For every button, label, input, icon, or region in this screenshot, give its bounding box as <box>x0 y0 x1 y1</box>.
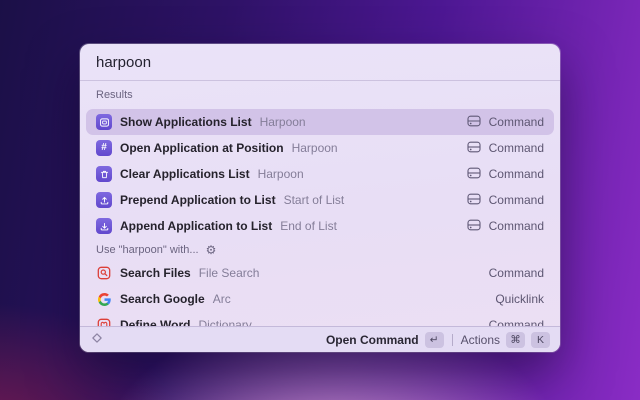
result-accessory: Command <box>489 193 544 207</box>
arrow-down-tray-icon <box>96 218 112 234</box>
command-type-icon <box>467 219 481 234</box>
result-subtitle: Harpoon <box>258 167 304 181</box>
section-header-label: Results <box>96 89 133 101</box>
result-title: Search Files <box>120 266 191 280</box>
result-title: Clear Applications List <box>120 167 250 181</box>
result-accessory: Command <box>489 141 544 155</box>
result-subtitle: End of List <box>280 219 337 233</box>
result-subtitle: Arc <box>213 292 231 306</box>
section-header-use-with: Use "harpoon" with... ⚙ <box>80 239 560 260</box>
result-accessory: Command <box>489 167 544 181</box>
results-list: Results Show Applications List Harpoon C… <box>80 81 560 328</box>
command-key: ⌘ <box>506 332 525 348</box>
raycast-logo-icon <box>90 331 104 348</box>
result-subtitle: Harpoon <box>292 141 338 155</box>
footer-bar: Open Command ↵ Actions ⌘ K <box>80 326 560 352</box>
result-row[interactable]: # Open Application at Position Harpoon C… <box>86 135 554 161</box>
section-header-results: Results <box>80 81 560 109</box>
command-type-icon <box>467 167 481 182</box>
result-subtitle: File Search <box>199 266 260 280</box>
result-accessory: Command <box>489 115 544 129</box>
result-row[interactable]: Search Google Arc Quicklink <box>86 286 554 312</box>
result-title: Open Application at Position <box>120 141 284 155</box>
result-title: Show Applications List <box>120 115 252 129</box>
result-subtitle: Harpoon <box>260 115 306 129</box>
actions-label: Actions <box>461 333 500 347</box>
k-key: K <box>531 332 550 348</box>
trash-icon <box>96 166 112 182</box>
result-title: Search Google <box>120 292 205 306</box>
launcher-window: harpoon Results Show Applications List H… <box>80 44 560 352</box>
return-key: ↵ <box>425 332 444 348</box>
command-type-icon <box>467 141 481 156</box>
gear-icon[interactable]: ⚙ <box>206 244 217 256</box>
result-accessory: Command <box>489 219 544 233</box>
search-query-text: harpoon <box>96 54 151 71</box>
result-title: Prepend Application to List <box>120 193 276 207</box>
command-type-icon <box>467 193 481 208</box>
arrow-up-tray-icon <box>96 192 112 208</box>
hashtag-icon: # <box>96 140 112 156</box>
actions-button[interactable]: Actions ⌘ K <box>461 332 550 348</box>
result-row[interactable]: Show Applications List Harpoon Command <box>86 109 554 135</box>
result-row[interactable]: Prepend Application to List Start of Lis… <box>86 187 554 213</box>
footer-divider <box>452 334 453 346</box>
result-title: Append Application to List <box>120 219 272 233</box>
app-window-list-icon <box>96 114 112 130</box>
file-search-icon <box>96 265 112 281</box>
section-header-label: Use "harpoon" with... <box>96 244 199 256</box>
primary-action-label: Open Command <box>326 333 419 347</box>
open-command-button[interactable]: Open Command ↵ <box>326 332 444 348</box>
result-row[interactable]: Search Files File Search Command <box>86 260 554 286</box>
result-accessory: Quicklink <box>495 292 544 306</box>
result-row[interactable]: Append Application to List End of List C… <box>86 213 554 239</box>
command-type-icon <box>467 115 481 130</box>
result-accessory: Command <box>489 266 544 280</box>
result-subtitle: Start of List <box>284 193 345 207</box>
search-input[interactable]: harpoon <box>80 44 560 81</box>
google-icon <box>96 291 112 307</box>
result-row[interactable]: Clear Applications List Harpoon Command <box>86 161 554 187</box>
